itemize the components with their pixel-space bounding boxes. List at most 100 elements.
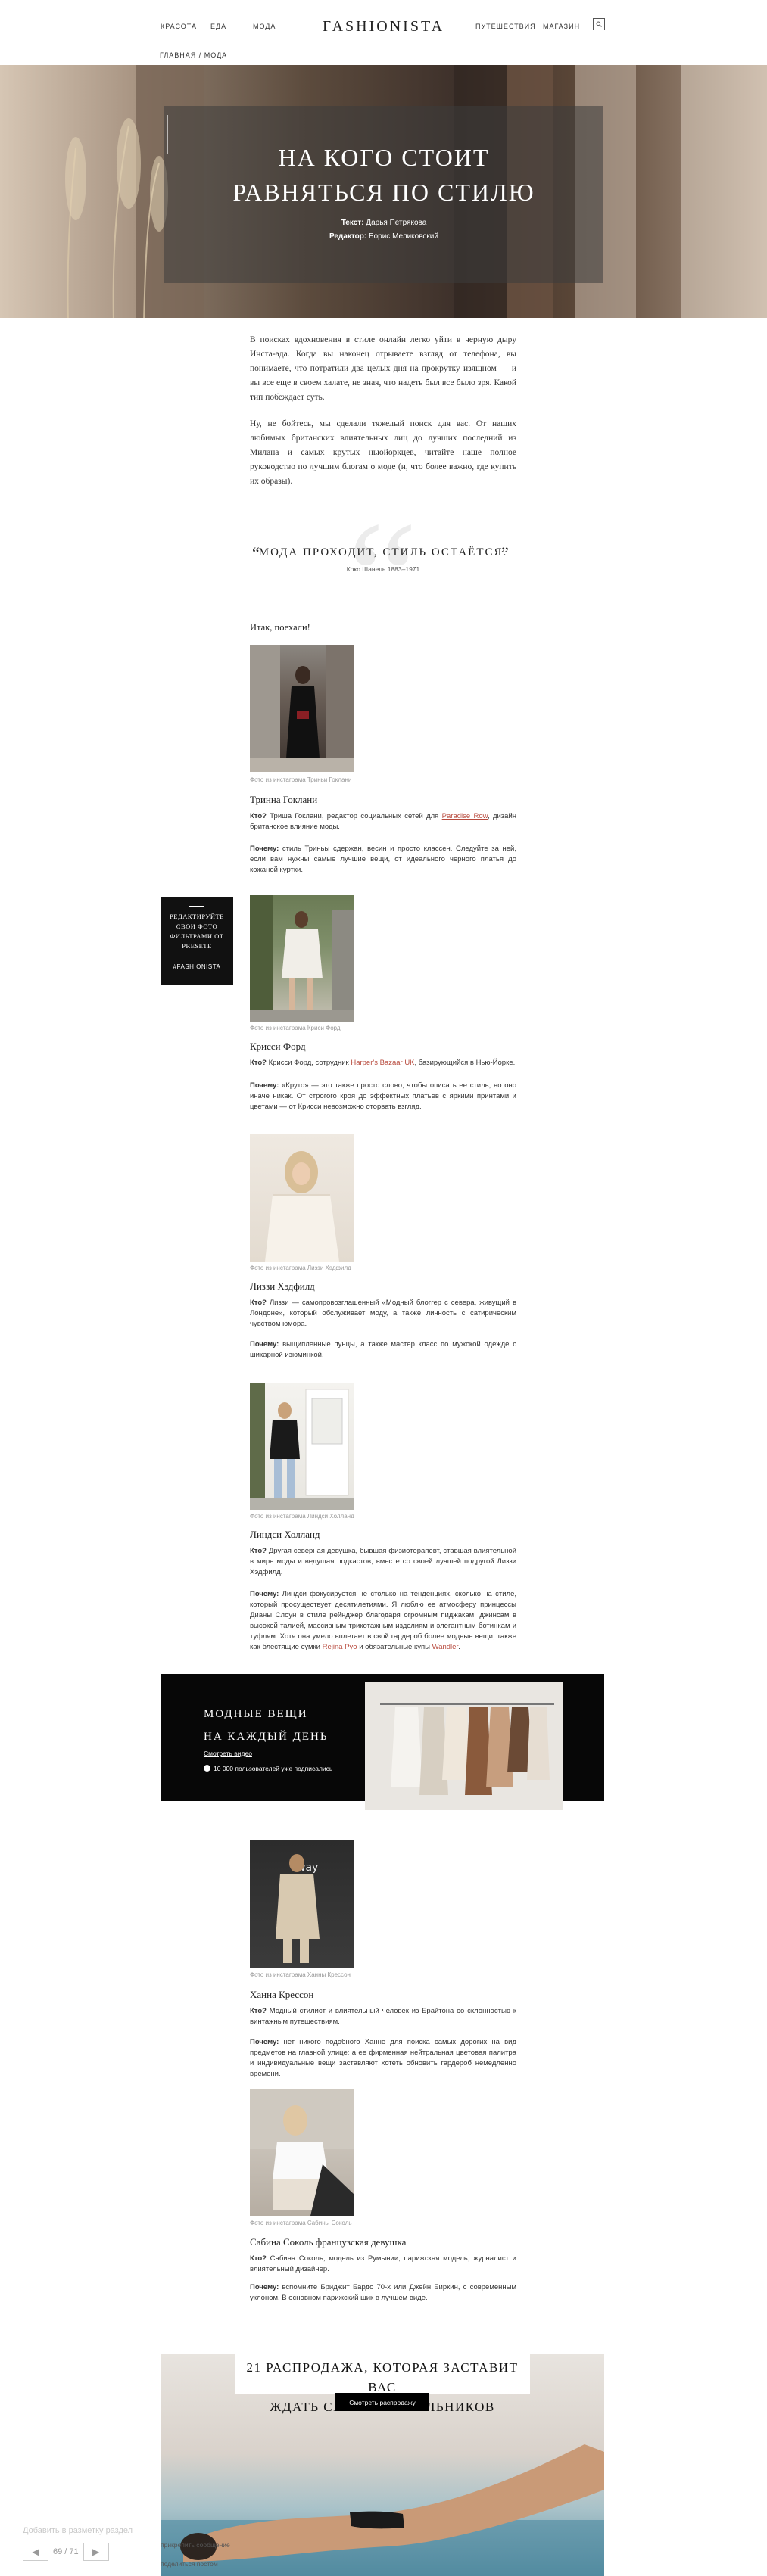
paradise-row-link[interactable]: Paradise Row — [442, 812, 488, 820]
subscriber-count: 10 000 пользователей уже подписались — [204, 1765, 332, 1772]
why-label: Почему: — [250, 1340, 279, 1349]
attach-message-link[interactable]: прикрепить сообщение — [161, 2541, 230, 2549]
photo-caption: Фото из инстаграма Криси Форд — [250, 1025, 341, 1031]
why-text: «Круто» — это также просто слово, чтобы … — [250, 1081, 517, 1111]
who-label: Кто? — [250, 1059, 267, 1067]
photo-lindsey[interactable] — [250, 1383, 354, 1510]
title-line-2: равняться по стилю — [232, 179, 535, 206]
photo-trinny[interactable] — [250, 645, 354, 772]
person-name: Тринна Гоклани — [250, 794, 318, 805]
quote-mark-icon: “ — [347, 490, 418, 665]
who-text: Крисси Форд, сотрудник — [268, 1059, 349, 1067]
watch-video-link[interactable]: Смотреть видео — [204, 1750, 252, 1757]
who-label: Кто? — [250, 1299, 267, 1307]
person-who: Кто? Лиззи — самопровозглашенный «Модный… — [250, 1298, 516, 1330]
promo-text: Редактируйте свои фото фильтрами от PRES… — [170, 913, 224, 950]
clothes-rack-image[interactable] — [365, 1682, 563, 1810]
person-why: Почему: Линдси фокусируется не столько н… — [250, 1589, 516, 1653]
pull-quote: Мода проходит, стиль остаётся. — [258, 546, 508, 558]
person-name: Сабина Соколь французская девушка — [250, 2236, 407, 2248]
harpers-bazaar-link[interactable]: Harper's Bazaar UK — [351, 1059, 414, 1067]
sale-title-panel: 21 распродажа, которая заставит вас ждат… — [235, 2354, 530, 2414]
title-line-1: На кого стоит — [278, 144, 490, 171]
photo-caption: Фото из инстаграма Сабины Соколь — [250, 2220, 352, 2226]
breadcrumb[interactable]: Главная / Мода — [160, 51, 227, 59]
who-label: Кто? — [250, 2007, 267, 2015]
why-text: стиль Триньы сдержан, весин и просто кла… — [250, 845, 516, 874]
person-why: Почему: стиль Триньы сдержан, весин и пр… — [250, 844, 516, 876]
newsletter-banner: Модные вещи на каждый день Смотреть виде… — [161, 1674, 604, 1810]
who-label: Кто? — [250, 812, 267, 820]
person-name: Лиззи Хэдфилд — [250, 1280, 315, 1292]
why-label: Почему: — [250, 845, 279, 853]
promo-hashtag: #FASHIONISTA — [173, 963, 221, 970]
editor-credit: Редактор: Борис Меликовский — [164, 232, 603, 241]
credit-text-label: Текст: — [341, 219, 364, 227]
subscriber-icon — [204, 1765, 210, 1772]
prev-arrow-icon[interactable]: ◀ — [23, 2543, 48, 2561]
why-text: выщипленные пунцы, а также мастер класс … — [250, 1340, 516, 1359]
photo-chrissy[interactable] — [250, 895, 354, 1022]
person-why: Почему: вспомните Бриджит Бардо 70-х или… — [250, 2282, 516, 2304]
intro-paragraph-2: Ну, не бойтесь, мы сделали тяжелый поиск… — [250, 419, 516, 486]
view-sale-button[interactable]: Смотреть распродажу — [335, 2393, 429, 2411]
who-text: Другая северная девушка, бывшая физиотер… — [250, 1547, 516, 1576]
person-who: Кто? Другая северная девушка, бывшая физ… — [250, 1546, 516, 1578]
photo-caption: Фото из инстаграма Линдси Холланд — [250, 1513, 354, 1520]
share-post-link[interactable]: поделиться постом — [161, 2560, 218, 2568]
person-who: Кто? Триша Гоклани, редактор социальных … — [250, 811, 516, 832]
intro-paragraph-1: В поисках вдохновения в стиле онлайн лег… — [250, 335, 516, 402]
who-label: Кто? — [250, 2254, 267, 2263]
why-label: Почему: — [250, 1081, 279, 1090]
person-why: Почему: нет никого подобного Ханне для п… — [250, 2037, 516, 2080]
why-label: Почему: — [250, 2283, 279, 2291]
why-label: Почему: — [250, 2038, 279, 2046]
promo-divider — [189, 906, 204, 907]
person-name: Ханна Крессон — [250, 1989, 314, 2000]
photo-lizzy[interactable] — [250, 1134, 354, 1262]
credit-editor-name: Борис Меликовский — [369, 232, 438, 241]
why-text: вспомните Бриджит Бардо 70-х или Джейн Б… — [250, 2283, 517, 2302]
quote-author: Коко Шанель 1883–1971 — [346, 565, 420, 573]
credit-editor-label: Редактор: — [329, 232, 367, 241]
sale-title-line-1: 21 распродажа, которая заставит вас — [246, 2360, 519, 2394]
who-tail: , базирующийся в Нью-Йорке. — [414, 1059, 516, 1067]
presets-promo[interactable]: Редактируйте свои фото фильтрами от PRES… — [161, 897, 233, 985]
rejina-pyo-link[interactable]: Rejina Pyo — [323, 1643, 357, 1651]
photo-sabina[interactable] — [250, 2089, 354, 2216]
who-text: Триша Гоклани, редактор социальных сетей… — [270, 812, 439, 820]
newsletter-title-line-2: на каждый день — [204, 1731, 329, 1743]
site-logo[interactable]: FASHIONISTA — [0, 18, 767, 36]
photo-caption: Фото из инстаграма Ханны Крессон — [250, 1971, 351, 1978]
close-quote-icon: ” — [501, 543, 509, 562]
lead-text: Итак, поехали! — [250, 622, 310, 633]
search-icon[interactable] — [593, 18, 605, 30]
wandler-link[interactable]: Wandler — [432, 1643, 459, 1651]
why-mid: и обязательные купы — [357, 1643, 430, 1651]
text-credit: Текст: Дарья Петрякова — [164, 219, 603, 227]
why-text: Линдси фокусируется не столько на тенден… — [250, 1590, 516, 1651]
person-who: Кто? Крисси Форд, сотрудник Harper's Baz… — [250, 1058, 516, 1069]
pampas-grass-icon — [65, 118, 168, 318]
who-text: Сабина Соколь, модель из Румынии, парижс… — [250, 2254, 516, 2273]
page-title: На кого стоит равняться по стилю — [164, 140, 603, 210]
person-name: Крисси Форд — [250, 1041, 306, 1052]
why-tail: . — [458, 1643, 460, 1651]
who-label: Кто? — [250, 1547, 267, 1555]
photo-hannah[interactable]: way — [250, 1840, 354, 1968]
who-text: Лиззи — самопровозглашенный «Модный блог… — [250, 1299, 516, 1328]
person-name: Линдси Холланд — [250, 1529, 320, 1540]
who-text: Модный стилист и влиятельный человек из … — [250, 2007, 516, 2026]
swimsuit-model-image — [161, 2444, 604, 2576]
gallery-note: Добавить в разметку раздел — [23, 2526, 133, 2535]
photo-caption: Фото из инстаграма Лиззи Хэдфилд — [250, 1265, 351, 1271]
gallery-controls: ◀ 69 / 71 ▶ — [23, 2543, 109, 2561]
person-who: Кто? Сабина Соколь, модель из Румынии, п… — [250, 2254, 516, 2275]
why-text: нет никого подобного Ханне для поиска са… — [250, 2038, 516, 2078]
credit-text-author: Дарья Петрякова — [366, 219, 427, 227]
why-label: Почему: — [250, 1590, 279, 1598]
person-who: Кто? Модный стилист и влиятельный челове… — [250, 2006, 516, 2027]
next-arrow-icon[interactable]: ▶ — [83, 2543, 109, 2561]
subscriber-text: 10 000 пользователей уже подписались — [214, 1765, 333, 1772]
person-why: Почему: «Круто» — это также просто слово… — [250, 1081, 516, 1112]
